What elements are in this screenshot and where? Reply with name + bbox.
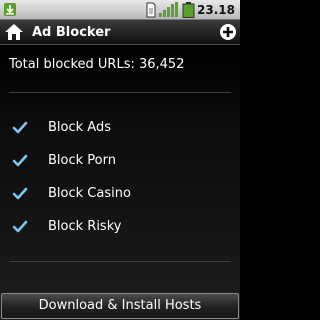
battery-icon: [182, 2, 195, 18]
home-icon[interactable]: [4, 23, 24, 41]
checkbox-checked-icon[interactable]: [12, 186, 28, 202]
app-screen: 23.18 Ad Blocker Total blocked URLs: 36,…: [0, 0, 240, 320]
option-label: Block Risky: [48, 219, 122, 234]
checkbox-checked-icon[interactable]: [12, 153, 28, 169]
status-bar: 23.18: [0, 0, 240, 20]
option-label: Block Casino: [48, 186, 131, 201]
add-icon[interactable]: [219, 23, 237, 41]
option-label: Block Ads: [48, 120, 111, 135]
footer: Download & Install Hosts: [0, 292, 240, 320]
clock: 23.18: [197, 3, 235, 17]
total-blocked-urls: Total blocked URLs: 36,452: [9, 57, 185, 72]
signal-icon: [159, 2, 178, 17]
option-block-ads[interactable]: Block Ads: [0, 113, 240, 143]
main-content: Total blocked URLs: 36,452 Block Ads Blo…: [0, 45, 240, 295]
option-block-risky[interactable]: Block Risky: [0, 212, 240, 242]
download-notification-icon: [4, 3, 16, 16]
page-title: Ad Blocker: [32, 25, 111, 40]
checkbox-checked-icon[interactable]: [12, 219, 28, 235]
option-block-casino[interactable]: Block Casino: [0, 179, 240, 209]
download-install-hosts-button[interactable]: Download & Install Hosts: [1, 293, 239, 319]
checkbox-checked-icon[interactable]: [12, 120, 28, 136]
sim-card-icon: [146, 2, 156, 18]
option-block-porn[interactable]: Block Porn: [0, 146, 240, 176]
option-label: Block Porn: [48, 153, 116, 168]
divider: [9, 92, 231, 93]
divider: [9, 261, 231, 262]
title-bar: Ad Blocker: [0, 20, 240, 45]
